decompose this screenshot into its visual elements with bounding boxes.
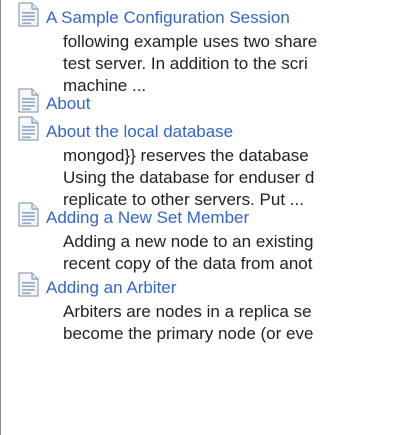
excerpt-line: Adding a new node to an existing [63,232,314,251]
excerpt-line: following example uses two share [63,32,318,51]
result-title-link[interactable]: About the local database [46,122,233,142]
excerpt-line: Arbiters are nodes in a replica se [63,302,312,321]
page-icon [16,202,41,227]
page-icon [16,88,41,113]
excerpt-line: mongod}} reserves the database [63,146,309,165]
result-title-link[interactable]: Adding an Arbiter [46,278,176,298]
search-results-list: A Sample Configuration Session following… [0,0,409,435]
page-icon [16,272,41,297]
result-excerpt: following example uses two share test se… [63,31,409,97]
excerpt-line: machine ... [63,76,147,95]
excerpt-line: recent copy of the data from anot [63,254,313,273]
excerpt-line: Using the database for enduser d [63,168,315,187]
excerpt-line: become the primary node (or eve [63,324,314,343]
excerpt-line: test server. In addition to the scri [63,54,308,73]
page-icon [16,2,41,27]
result-excerpt: Adding a new node to an existing recent … [63,231,409,275]
result-title-link[interactable]: A Sample Configuration Session [46,8,290,28]
page-icon [16,116,41,141]
result-title-link[interactable]: Adding a New Set Member [46,208,249,228]
result-excerpt: mongod}} reserves the database Using the… [63,145,409,211]
result-title-link[interactable]: About [46,94,90,114]
result-excerpt: Arbiters are nodes in a replica se becom… [63,301,409,345]
